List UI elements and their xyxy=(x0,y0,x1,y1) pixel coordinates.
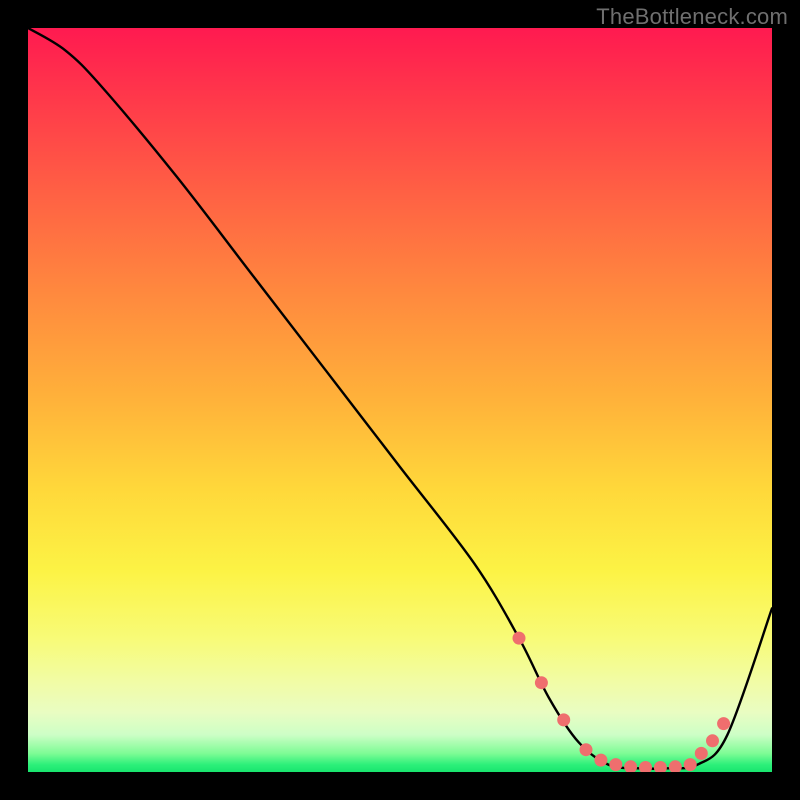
highlight-dot xyxy=(639,761,652,772)
highlight-dot xyxy=(624,760,637,772)
highlight-dot xyxy=(654,761,667,772)
highlight-dot xyxy=(557,713,570,726)
highlight-dot xyxy=(706,734,719,747)
curve-layer xyxy=(28,28,772,772)
highlight-markers xyxy=(513,632,731,772)
highlight-dot xyxy=(717,717,730,730)
chart-frame: TheBottleneck.com xyxy=(0,0,800,800)
plot-area xyxy=(28,28,772,772)
bottleneck-curve xyxy=(28,28,772,769)
highlight-dot xyxy=(609,758,622,771)
watermark-label: TheBottleneck.com xyxy=(596,4,788,30)
highlight-dot xyxy=(695,747,708,760)
highlight-dot xyxy=(669,760,682,772)
highlight-dot xyxy=(513,632,526,645)
highlight-dot xyxy=(594,754,607,767)
highlight-dot xyxy=(535,676,548,689)
highlight-dot xyxy=(580,743,593,756)
highlight-dot xyxy=(684,758,697,771)
